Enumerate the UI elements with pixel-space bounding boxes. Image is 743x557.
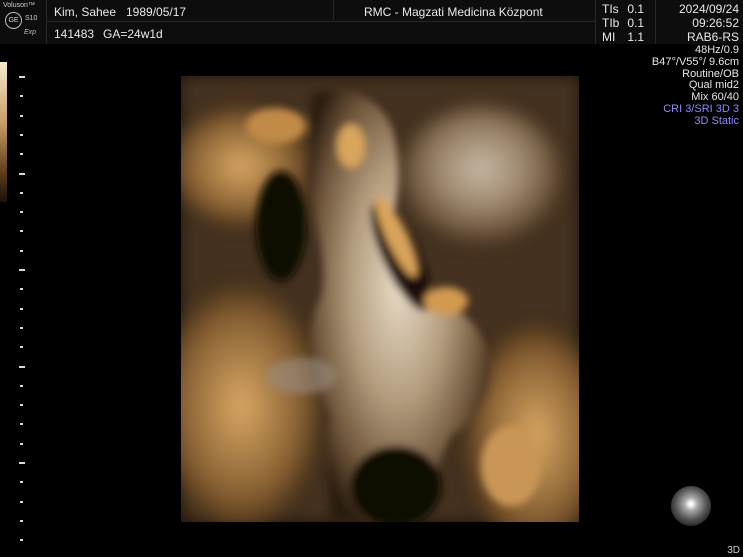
exam-date: 2024/09/24 bbox=[678, 2, 739, 16]
ge-emblem-icon: GE bbox=[5, 12, 22, 29]
param-angles-depth: B47°/V55°/ 9.6cm bbox=[651, 55, 739, 68]
brand-text: Voluson™ bbox=[3, 2, 35, 9]
depth-tick bbox=[20, 249, 23, 252]
acquisition-parameters: 48Hz/0.9 B47°/V55°/ 9.6cm Routine/OB Qua… bbox=[651, 44, 739, 128]
depth-tick bbox=[20, 326, 23, 329]
depth-tick bbox=[20, 191, 23, 194]
edition-text: Exp bbox=[24, 29, 37, 36]
depth-tick bbox=[19, 76, 25, 78]
header-bar: Voluson™ GE S10 Exp Kim, Sahee 1989/05/1… bbox=[0, 0, 743, 44]
divider bbox=[46, 21, 595, 22]
divider bbox=[595, 0, 596, 44]
divider bbox=[46, 0, 47, 44]
index-value-tib: 0.1 bbox=[627, 16, 644, 30]
depth-tick bbox=[20, 95, 23, 98]
depth-tick bbox=[19, 269, 25, 271]
depth-tick bbox=[20, 423, 23, 426]
mode-3d-label: 3D bbox=[727, 545, 740, 556]
ultrasound-3d-render[interactable] bbox=[161, 76, 606, 546]
depth-tick bbox=[19, 462, 25, 464]
depth-tick bbox=[20, 153, 23, 156]
depth-tick bbox=[20, 288, 23, 291]
depth-tick bbox=[20, 346, 23, 349]
depth-tick bbox=[20, 519, 23, 522]
gestational-age: GA=24w1d bbox=[103, 27, 163, 41]
depth-tick bbox=[20, 114, 23, 117]
depth-tick bbox=[20, 384, 23, 387]
gray-scale-bar bbox=[0, 62, 7, 202]
voluson-logo: Voluson™ GE S10 Exp bbox=[0, 0, 46, 44]
probe-name: RAB6-RS bbox=[686, 30, 739, 44]
patient-name: Kim, Sahee bbox=[54, 5, 117, 19]
light-source-control[interactable] bbox=[671, 486, 711, 526]
institution-name: RMC - Magzati Medicina Központ bbox=[364, 5, 543, 19]
depth-tick bbox=[19, 172, 25, 175]
depth-tick bbox=[20, 307, 23, 310]
depth-tick bbox=[19, 365, 25, 368]
model-text: S10 bbox=[25, 15, 38, 22]
birth-date: 1989/05/17 bbox=[126, 5, 187, 19]
param-mode: 3D Static bbox=[694, 114, 739, 127]
index-value-tis: 0.1 bbox=[627, 2, 644, 16]
exam-time: 09:26:52 bbox=[692, 16, 739, 30]
param-cri-sri: CRI 3/SRI 3D 3 bbox=[663, 102, 739, 115]
depth-tick bbox=[20, 539, 23, 542]
depth-tick bbox=[20, 230, 23, 233]
patient-id: 141483 bbox=[54, 27, 95, 41]
depth-tick bbox=[20, 404, 23, 407]
depth-tick bbox=[20, 481, 23, 484]
depth-tick bbox=[20, 133, 23, 136]
depth-tick bbox=[20, 442, 23, 445]
fetal-render-image bbox=[161, 76, 606, 546]
divider bbox=[333, 0, 334, 20]
index-value-mi: 1.1 bbox=[627, 30, 644, 44]
depth-tick bbox=[20, 211, 23, 214]
depth-tick bbox=[20, 500, 23, 503]
divider bbox=[655, 0, 656, 44]
